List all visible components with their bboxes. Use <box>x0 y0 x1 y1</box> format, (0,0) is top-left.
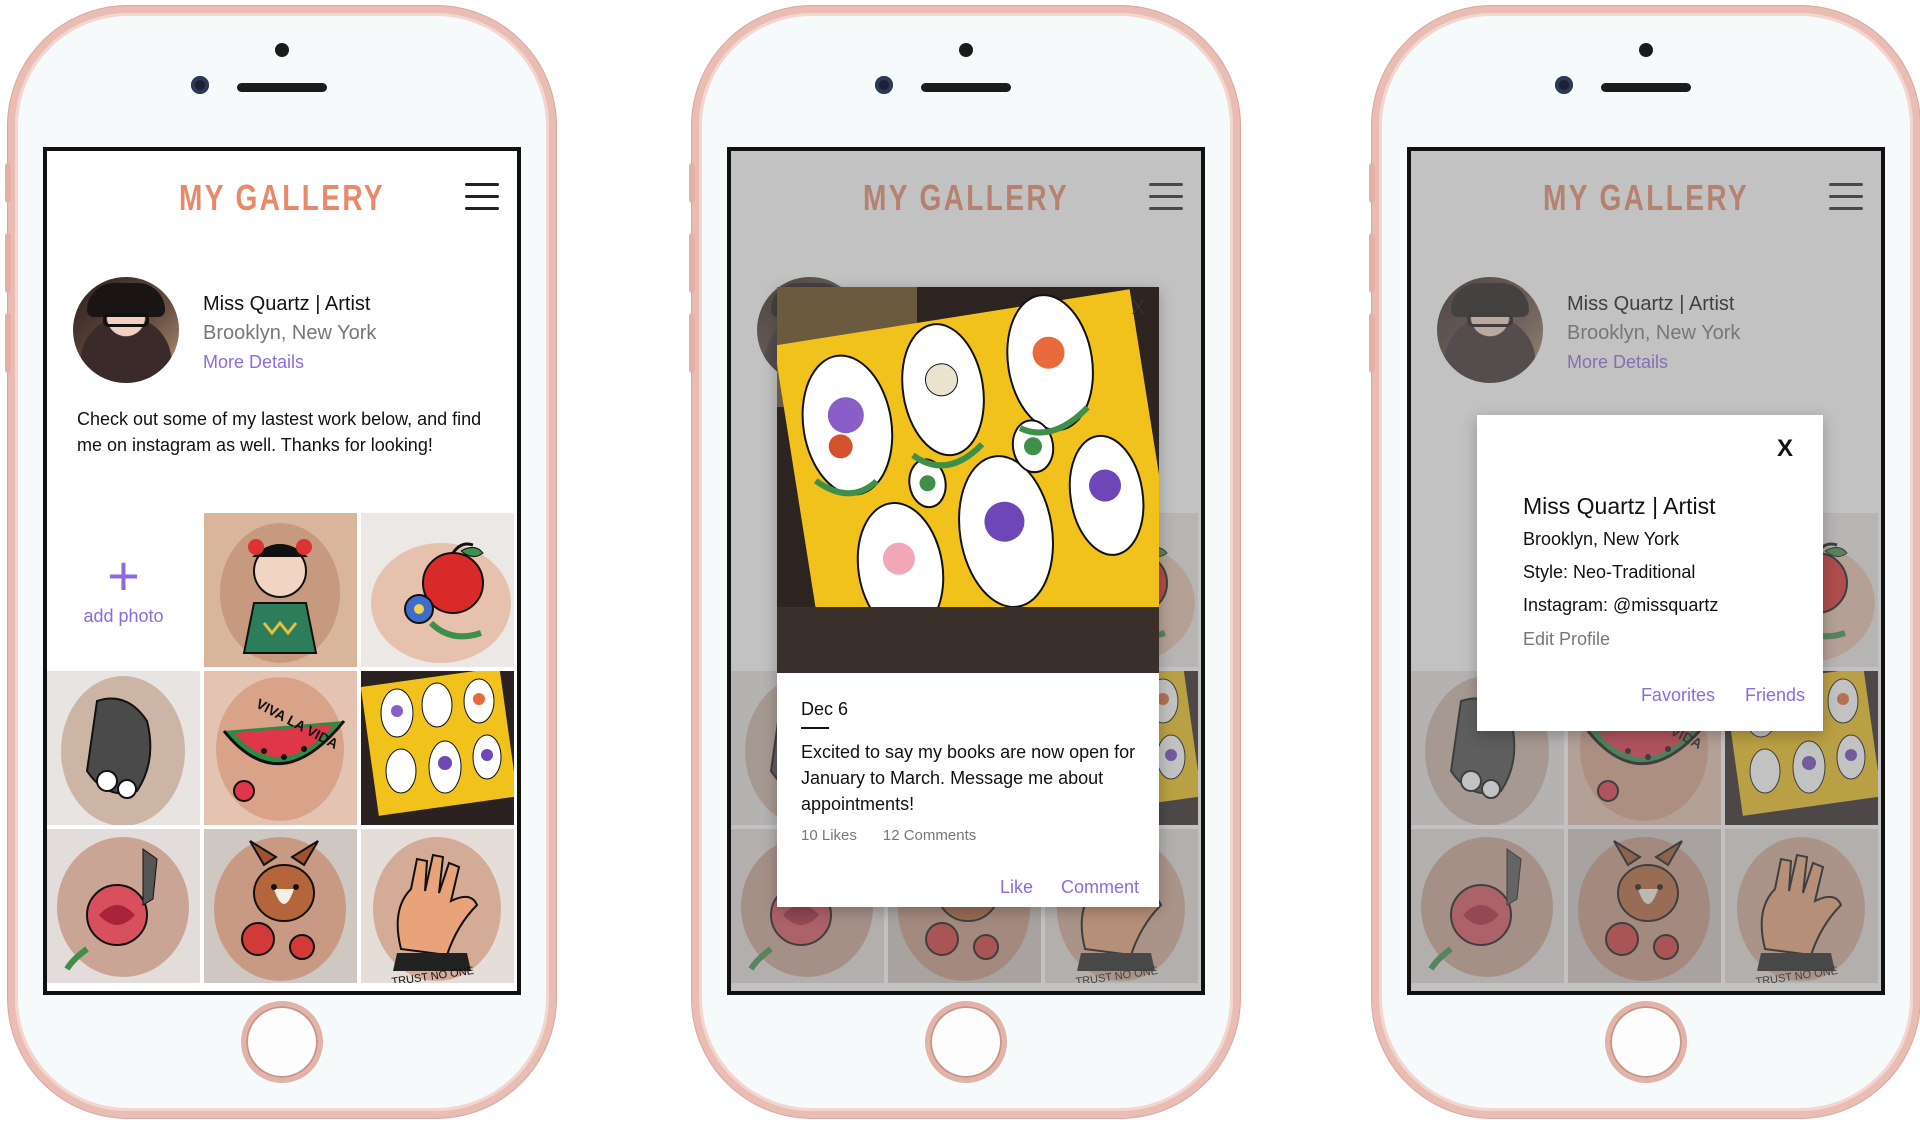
plus-icon: + <box>107 543 140 607</box>
proximity-sensor <box>1639 43 1653 57</box>
comment-button[interactable]: Comment <box>1061 877 1139 897</box>
earpiece-speaker <box>921 83 1011 92</box>
photo-thumbnail[interactable] <box>361 829 514 983</box>
screen-gallery: MY GALLERY Miss Quartz | Artist Brooklyn… <box>43 147 521 995</box>
details-name: Miss Quartz | Artist <box>1523 493 1716 519</box>
add-photo-button[interactable]: + add photo <box>47 513 200 667</box>
earpiece-speaker <box>1601 83 1691 92</box>
add-photo-label: add photo <box>83 605 164 626</box>
post-date: Dec 6 <box>801 699 849 719</box>
profile-location: Brooklyn, New York <box>203 322 377 344</box>
photo-thumbnail[interactable] <box>204 829 357 983</box>
photo-thumbnail[interactable] <box>47 829 200 983</box>
phone-mockup-1: MY GALLERY Miss Quartz | Artist Brooklyn… <box>5 6 556 1118</box>
likes-count[interactable]: 10 Likes <box>801 827 857 844</box>
like-button[interactable]: Like <box>1000 877 1033 897</box>
profile-header: Miss Quartz | Artist Brooklyn, New York … <box>73 277 503 387</box>
post-actions: Like Comment <box>972 877 1139 898</box>
screen-post-detail: MY GALLERY X Dec 6 Excited to say my boo… <box>727 147 1205 995</box>
post-caption: Excited to say my books are now open for… <box>801 742 1136 814</box>
front-camera <box>1555 76 1573 94</box>
photo-thumbnail[interactable] <box>361 671 514 825</box>
front-camera <box>875 76 893 94</box>
details-location: Brooklyn, New York <box>1523 529 1680 549</box>
photo-thumbnail[interactable] <box>47 671 200 825</box>
details-instagram[interactable]: Instagram: @missquartz <box>1523 595 1718 616</box>
profile-bio: Check out some of my lastest work below,… <box>77 409 482 455</box>
post-detail-modal: X Dec 6 Excited to say my books are now … <box>777 287 1159 907</box>
edit-profile-link[interactable]: Edit Profile <box>1523 629 1610 650</box>
post-stats: 10 Likes 12 Comments <box>801 827 1002 844</box>
friends-button[interactable]: Friends <box>1745 685 1805 705</box>
photo-thumbnail[interactable] <box>204 671 357 825</box>
phone-mockup-2: MY GALLERY X Dec 6 Excited to say my boo… <box>689 6 1240 1118</box>
post-photo <box>777 287 1159 673</box>
avatar[interactable] <box>73 277 179 383</box>
favorites-button[interactable]: Favorites <box>1641 685 1715 705</box>
home-button[interactable] <box>1605 1001 1687 1083</box>
hamburger-menu-icon[interactable] <box>465 183 499 211</box>
home-button[interactable] <box>241 1001 323 1083</box>
proximity-sensor <box>959 43 973 57</box>
top-bar: MY GALLERY <box>47 151 517 255</box>
profile-details-modal: X Miss Quartz | Artist Brooklyn, New Yor… <box>1477 415 1823 731</box>
more-details-link[interactable]: More Details <box>203 352 304 373</box>
details-style: Style: Neo-Traditional <box>1523 562 1696 582</box>
close-icon[interactable]: X <box>1777 435 1793 463</box>
phone-mockup-3: MY GALLERY Miss Quartz | Artist Brooklyn… <box>1369 6 1920 1118</box>
photo-thumbnail[interactable] <box>361 513 514 667</box>
front-camera <box>191 76 209 94</box>
app-logo: MY GALLERY <box>179 177 385 218</box>
home-button[interactable] <box>925 1001 1007 1083</box>
details-actions: Favorites Friends <box>1611 685 1805 706</box>
comments-count[interactable]: 12 Comments <box>883 827 976 844</box>
profile-name: Miss Quartz | Artist <box>203 293 371 315</box>
screen-profile-details: MY GALLERY Miss Quartz | Artist Brooklyn… <box>1407 147 1885 995</box>
earpiece-speaker <box>237 83 327 92</box>
photo-thumbnail[interactable] <box>204 513 357 667</box>
divider <box>801 727 829 729</box>
photo-grid: + add photo <box>47 513 517 991</box>
close-icon[interactable]: X <box>1132 297 1145 320</box>
proximity-sensor <box>275 43 289 57</box>
